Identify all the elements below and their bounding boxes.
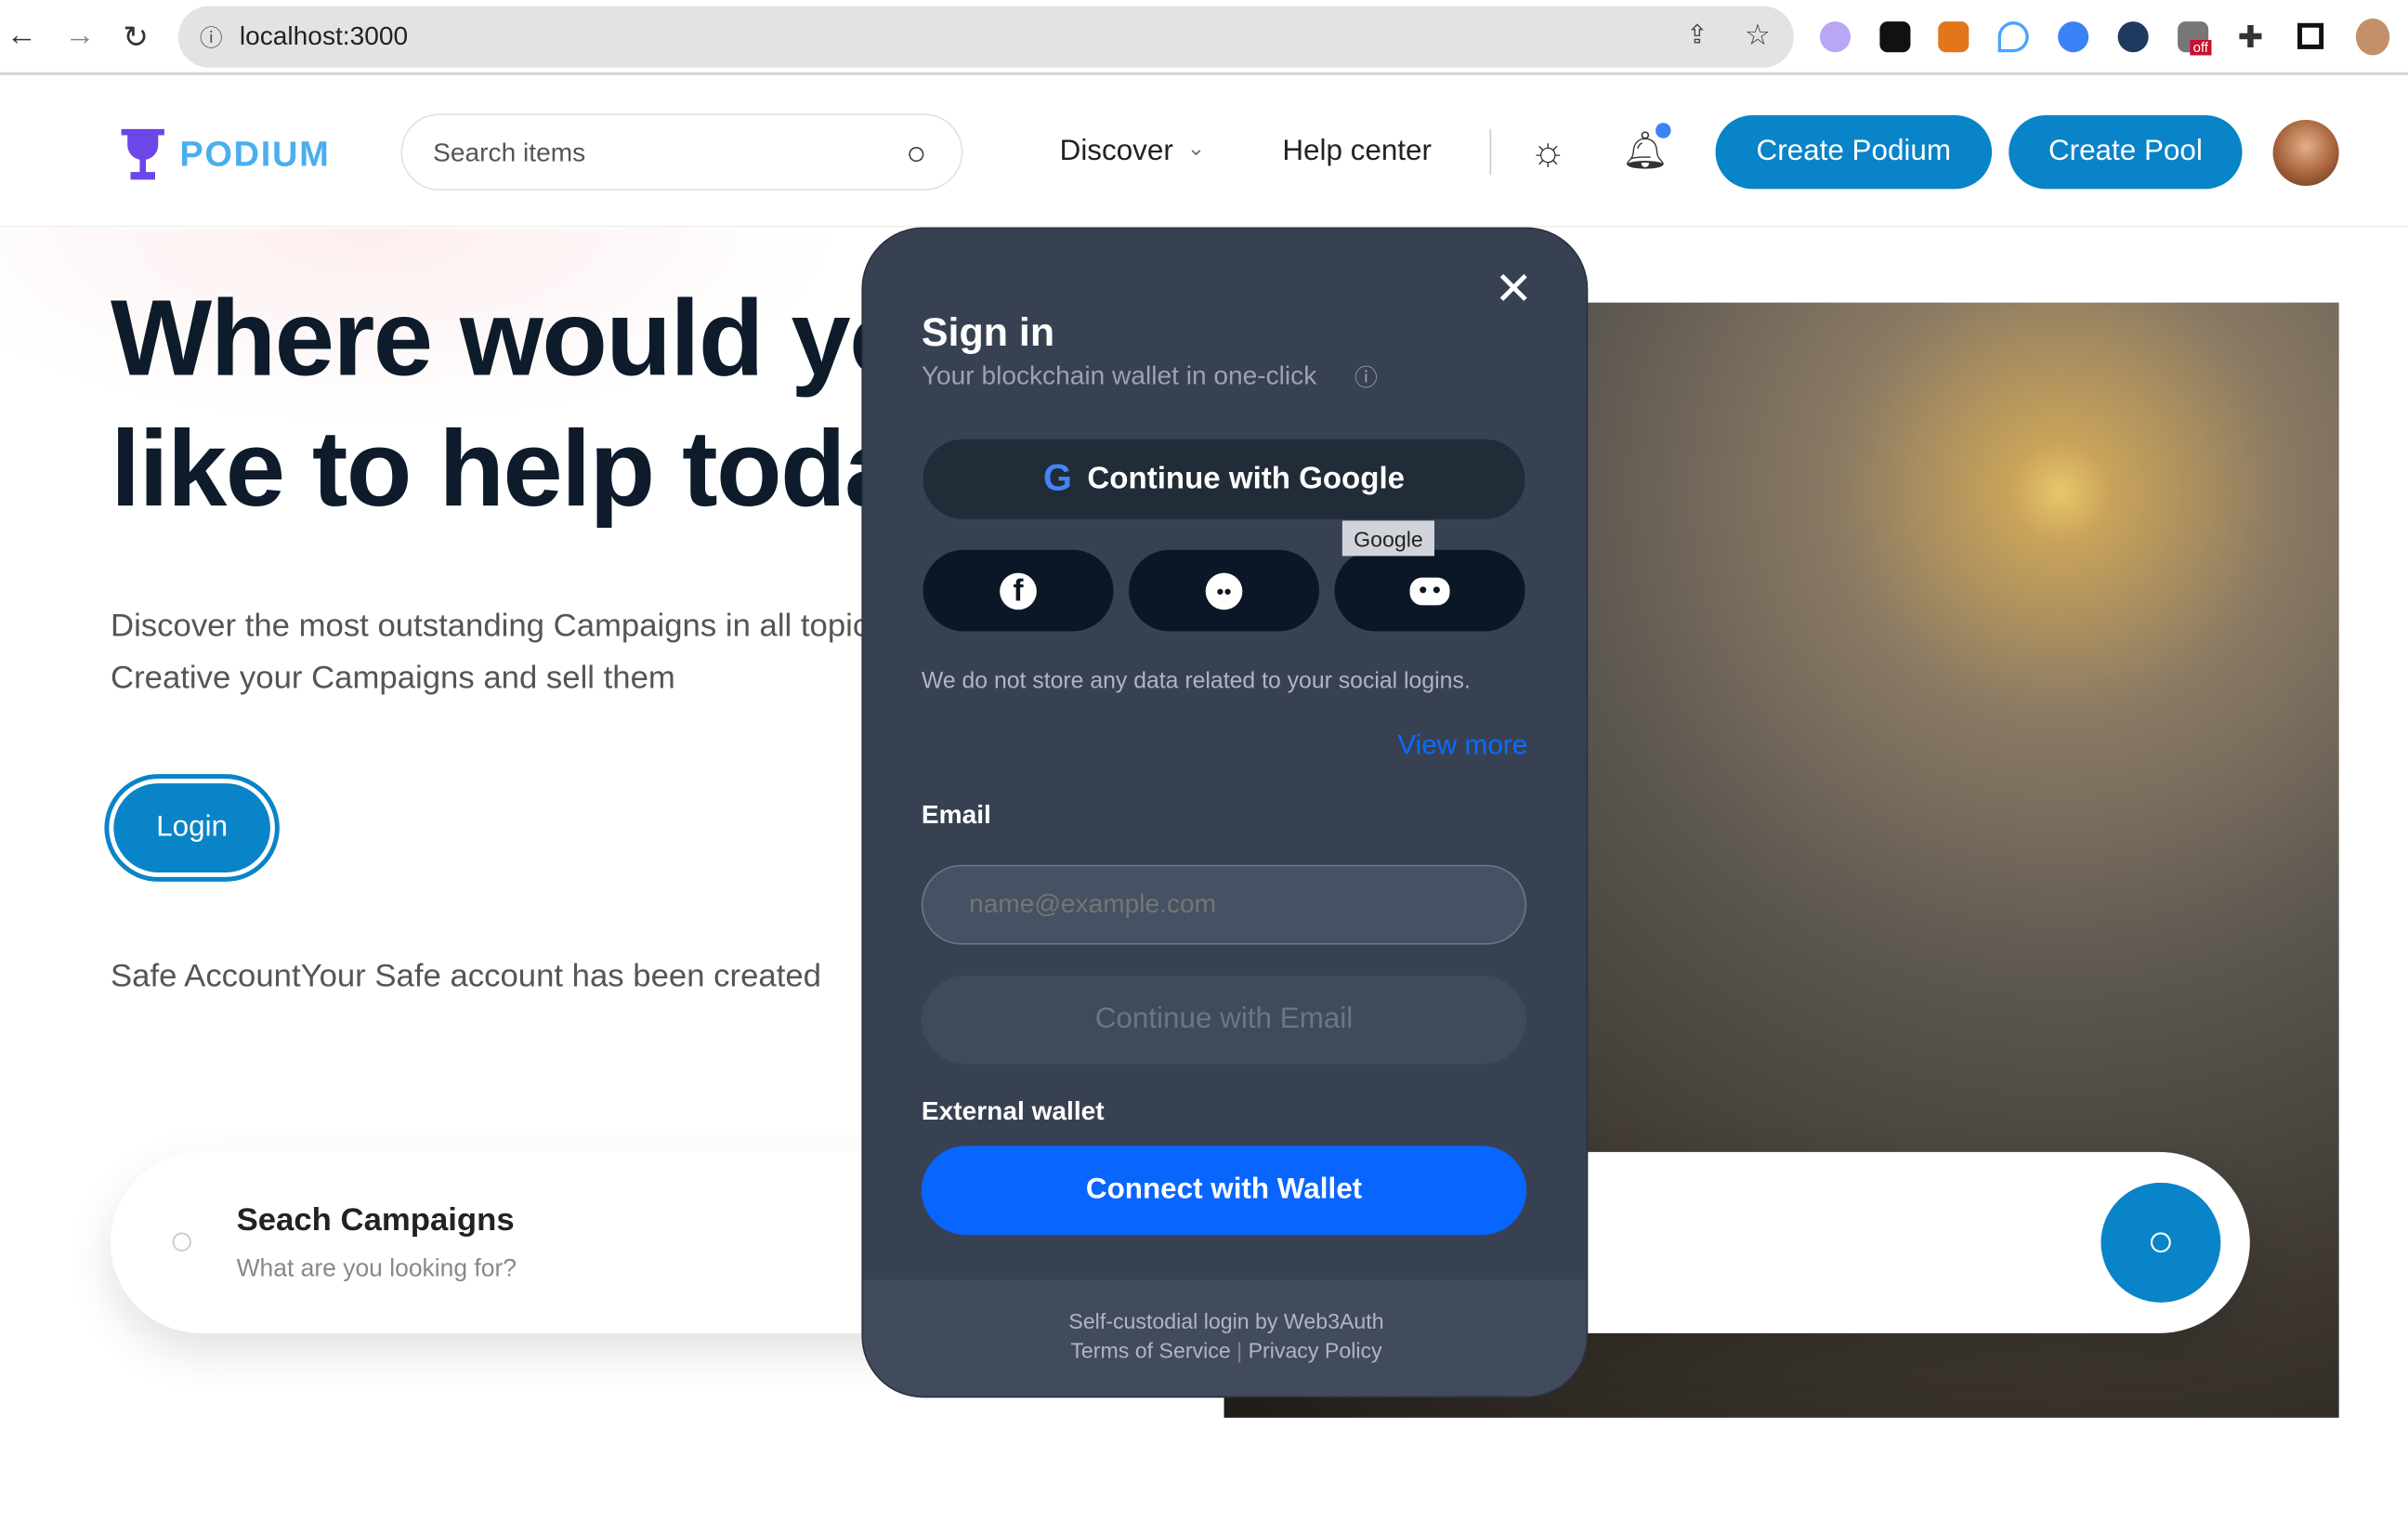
back-icon[interactable]: ← bbox=[7, 19, 37, 54]
modal-title: Sign in bbox=[921, 308, 1055, 355]
discover-menu[interactable]: Discover bbox=[1060, 135, 1173, 168]
notification-dot bbox=[1656, 123, 1671, 138]
sidebar-icon[interactable] bbox=[2297, 22, 2324, 49]
privacy-note: We do not store any data related to your… bbox=[921, 668, 1471, 695]
browser-toolbar: ← → ↻ ⓘ localhost:3000 ⇪ ☆ off ✚ bbox=[0, 0, 2408, 76]
close-icon[interactable]: ✕ bbox=[1494, 263, 1533, 317]
site-header: PODIUM Search items ○ Discover ⌄ Help ce… bbox=[0, 77, 2408, 228]
extension-icon[interactable] bbox=[1879, 21, 1911, 53]
sun-icon[interactable]: ☼ bbox=[1529, 127, 1565, 175]
create-podium-button[interactable]: Create Podium bbox=[1715, 114, 1993, 190]
chevron-down-icon: ⌄ bbox=[1186, 135, 1206, 160]
reddit-icon: •• bbox=[1205, 571, 1243, 610]
extension-ghost-icon[interactable] bbox=[1819, 21, 1851, 53]
logo[interactable]: PODIUM bbox=[179, 134, 330, 176]
search-icon[interactable]: ○ bbox=[906, 134, 926, 174]
hero-title-line1: Where would you bbox=[111, 278, 979, 399]
extension-blue-icon[interactable] bbox=[2058, 21, 2089, 53]
share-icon[interactable]: ⇪ bbox=[1686, 20, 1708, 50]
facebook-icon: f bbox=[1000, 571, 1037, 610]
puzzle-icon[interactable]: ✚ bbox=[2238, 19, 2264, 57]
view-more-link[interactable]: View more bbox=[1397, 729, 1527, 762]
connect-wallet-button[interactable]: Connect with Wallet bbox=[921, 1146, 1527, 1236]
modal-subtitle: Your blockchain wallet in one-click bbox=[921, 361, 1317, 390]
reddit-login-button[interactable]: •• bbox=[1129, 549, 1320, 632]
discord-icon: ● ● bbox=[1409, 576, 1450, 605]
create-pool-button[interactable]: Create Pool bbox=[2009, 114, 2243, 190]
modal-footer: Self-custodial login by Web3Auth Terms o… bbox=[863, 1279, 1587, 1396]
search-icon: ○ bbox=[2146, 1216, 2175, 1267]
login-button[interactable]: Login bbox=[104, 774, 280, 882]
trophy-logo-icon bbox=[121, 128, 164, 180]
hero-description-line2: Creative your Campaigns and sell them bbox=[111, 660, 675, 696]
google-icon: G bbox=[1043, 457, 1072, 500]
email-input[interactable] bbox=[921, 864, 1527, 945]
campaign-search-input[interactable]: What are you looking for? bbox=[237, 1256, 517, 1284]
hero-description-line1: Discover the most outstanding Campaigns … bbox=[111, 608, 895, 644]
address-bar[interactable]: ⓘ localhost:3000 ⇪ ☆ bbox=[177, 6, 1794, 68]
search-input[interactable]: Search items ○ bbox=[400, 113, 963, 190]
privacy-link[interactable]: Privacy Policy bbox=[1249, 1338, 1382, 1362]
extension-dark-icon[interactable] bbox=[2117, 21, 2149, 53]
status-message: Safe AccountYour Safe account has been c… bbox=[111, 958, 821, 994]
profile-avatar[interactable] bbox=[2355, 18, 2390, 56]
terms-link[interactable]: Terms of Service bbox=[1070, 1338, 1230, 1362]
email-label: Email bbox=[921, 800, 991, 830]
campaign-search-button[interactable]: ○ bbox=[2100, 1182, 2221, 1303]
forward-icon[interactable]: → bbox=[64, 19, 95, 54]
sign-in-modal: ✕ Sign in Your blockchain wallet in one-… bbox=[861, 227, 1589, 1398]
external-wallet-label: External wallet bbox=[921, 1096, 1105, 1126]
google-login-button[interactable]: G Continue with Google bbox=[923, 439, 1525, 519]
separator: | bbox=[1237, 1337, 1249, 1363]
drop-icon[interactable] bbox=[1997, 21, 2029, 53]
info-icon[interactable]: ⓘ bbox=[1354, 361, 1378, 393]
continue-email-button[interactable]: Continue with Email bbox=[921, 975, 1527, 1065]
extension-off-icon[interactable]: off bbox=[2178, 21, 2212, 56]
divider bbox=[1489, 128, 1492, 176]
user-avatar[interactable] bbox=[2272, 119, 2339, 187]
url-text: localhost:3000 bbox=[239, 21, 409, 51]
info-icon[interactable]: ⓘ bbox=[200, 21, 223, 54]
metamask-fox-icon[interactable] bbox=[1938, 21, 1970, 53]
facebook-login-button[interactable]: f bbox=[923, 549, 1114, 632]
bookmark-star-icon[interactable]: ☆ bbox=[1745, 19, 1771, 54]
hero-title-line2: like to help today bbox=[111, 408, 962, 529]
web3auth-credit: Self-custodial login by Web3Auth bbox=[1068, 1308, 1384, 1333]
help-center-link[interactable]: Help center bbox=[1282, 135, 1432, 168]
discord-login-button[interactable]: ● ● bbox=[1334, 549, 1525, 632]
search-icon: ○ bbox=[168, 1216, 195, 1265]
reload-icon[interactable]: ↻ bbox=[123, 19, 149, 57]
tooltip: Google bbox=[1341, 520, 1434, 557]
campaign-search-title: Seach Campaigns bbox=[236, 1202, 515, 1239]
